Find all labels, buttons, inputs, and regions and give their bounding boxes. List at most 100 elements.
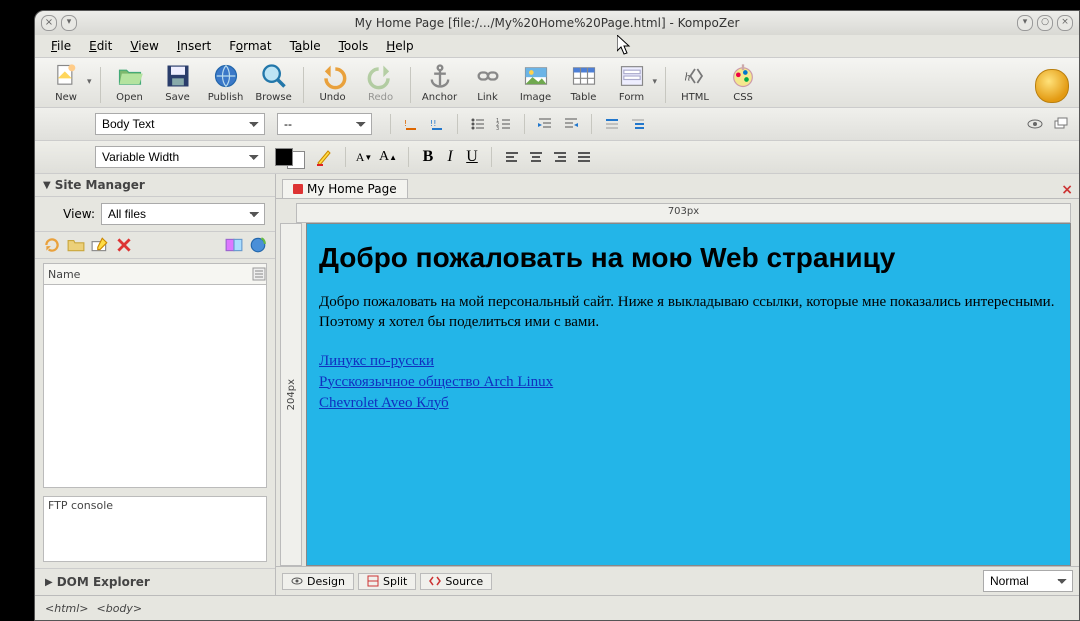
save-button[interactable]: Save <box>157 62 199 103</box>
globe-refresh-icon[interactable] <box>249 236 267 254</box>
document-canvas[interactable]: Добро пожаловать на мою Web страницу Доб… <box>306 223 1071 566</box>
window-close-button-right[interactable]: × <box>1057 15 1073 31</box>
em-blue-icon[interactable]: !! <box>425 112 449 136</box>
css-button[interactable]: CSS <box>722 62 764 103</box>
def-term-icon[interactable] <box>600 112 624 136</box>
html-button[interactable]: h HTML <box>674 62 716 103</box>
vertical-ruler[interactable]: 204px <box>280 223 302 566</box>
align-justify-icon[interactable] <box>572 145 596 169</box>
document-tabs-bar: My Home Page × <box>276 174 1079 199</box>
source-icon <box>429 575 441 587</box>
browse-button[interactable]: Browse <box>253 62 295 103</box>
split-tab[interactable]: Split <box>358 573 416 590</box>
new-button[interactable]: New <box>45 62 87 103</box>
link-button[interactable]: Link <box>467 62 509 103</box>
menu-edit[interactable]: Edit <box>81 37 120 55</box>
font-family-select[interactable]: Variable Width <box>95 146 265 168</box>
delete-icon[interactable] <box>115 236 133 254</box>
throbber-icon <box>1035 69 1069 103</box>
undo-button[interactable]: Undo <box>312 62 354 103</box>
decrease-font-icon[interactable]: A▼ <box>352 146 376 168</box>
increase-font-icon[interactable]: A▲ <box>376 146 400 168</box>
file-tree[interactable] <box>43 285 267 488</box>
redo-button[interactable]: Redo <box>360 62 402 103</box>
editor-panel: My Home Page × 703px 204px Добро пожалов… <box>276 174 1079 595</box>
highlight-pen-icon[interactable] <box>313 146 335 168</box>
eye-icon <box>291 575 303 587</box>
design-tab[interactable]: Design <box>282 573 354 590</box>
expand-triangle-icon[interactable]: ▶ <box>45 577 53 588</box>
page-paragraph[interactable]: Добро пожаловать на мой персональный сай… <box>319 292 1058 333</box>
toolbar-separator <box>410 67 411 103</box>
rename-icon[interactable] <box>91 236 109 254</box>
table-button[interactable]: Table <box>563 62 605 103</box>
view-filter-select[interactable]: All files <box>101 203 265 225</box>
anchor-button[interactable]: Anchor <box>419 62 461 103</box>
new-dropdown-arrow[interactable]: ▾ <box>87 77 92 87</box>
breadcrumb-body[interactable]: <body> <box>97 602 143 615</box>
underline-button[interactable]: U <box>461 148 483 166</box>
refresh-icon[interactable] <box>43 236 61 254</box>
menubar: File Edit View Insert Format Table Tools… <box>35 35 1079 58</box>
modified-indicator-icon <box>293 184 303 194</box>
window-close-button[interactable]: × <box>41 15 57 31</box>
menu-help[interactable]: Help <box>378 37 421 55</box>
eye-icon[interactable] <box>1027 116 1043 132</box>
numbered-list-icon[interactable]: 123 <box>492 112 516 136</box>
indent-right-icon[interactable] <box>533 112 557 136</box>
bold-button[interactable]: B <box>417 148 439 166</box>
view-mode-tabs: Design Split Source Normal <box>276 566 1079 595</box>
align-right-icon[interactable] <box>548 145 572 169</box>
align-left-icon[interactable] <box>500 145 524 169</box>
page-heading[interactable]: Добро пожаловать на мою Web страницу <box>319 242 1058 274</box>
column-config-icon[interactable] <box>252 267 266 281</box>
dom-explorer-header[interactable]: ▶ DOM Explorer <box>35 568 275 595</box>
menu-format[interactable]: Format <box>221 37 279 55</box>
page-link[interactable]: Русскоязычное общество Arch Linux <box>319 372 1058 393</box>
foreground-color-swatch[interactable] <box>275 148 293 166</box>
statusbar: <html> <body> <box>35 595 1079 620</box>
open-button[interactable]: Open <box>109 62 151 103</box>
window-menu-button[interactable]: ▾ <box>61 15 77 31</box>
align-center-icon[interactable] <box>524 145 548 169</box>
italic-button[interactable]: I <box>439 148 461 166</box>
sites-icon[interactable] <box>225 236 243 254</box>
main-toolbar: New ▾ Open Save Publish Browse Undo Redo <box>35 58 1079 108</box>
source-tab[interactable]: Source <box>420 573 492 590</box>
window-maximize-button[interactable]: ○ <box>1037 15 1053 31</box>
view-label: View: <box>45 207 95 221</box>
layers-icon[interactable] <box>1053 116 1069 132</box>
menu-table[interactable]: Table <box>282 37 329 55</box>
collapse-triangle-icon[interactable]: ▼ <box>43 180 51 191</box>
close-tab-button[interactable]: × <box>1061 182 1073 198</box>
def-desc-icon[interactable] <box>626 112 650 136</box>
bullet-list-icon[interactable] <box>466 112 490 136</box>
document-tab[interactable]: My Home Page <box>282 179 408 198</box>
titlebar: × ▾ My Home Page [file:/.../My%20Home%20… <box>35 11 1079 35</box>
zoom-select[interactable]: Normal <box>983 570 1073 592</box>
page-link[interactable]: Chevrolet Aveo Клуб <box>319 393 1058 414</box>
body-area: ▼ Site Manager View: All files Name <box>35 174 1079 595</box>
paragraph-format-select[interactable]: Body Text <box>95 113 265 135</box>
class-select[interactable]: -- <box>277 113 372 135</box>
publish-button[interactable]: Publish <box>205 62 247 103</box>
tree-header: Name <box>43 263 267 285</box>
color-picker[interactable] <box>275 145 305 169</box>
page-link[interactable]: Линукс по-русски <box>319 351 1058 372</box>
name-column-header[interactable]: Name <box>48 268 252 281</box>
ftp-console[interactable]: FTP console <box>43 496 267 562</box>
image-button[interactable]: Image <box>515 62 557 103</box>
form-dropdown-arrow[interactable]: ▾ <box>653 77 658 87</box>
em-orange-icon[interactable]: ! <box>399 112 423 136</box>
breadcrumb-html[interactable]: <html> <box>45 602 89 615</box>
menu-view[interactable]: View <box>122 37 166 55</box>
horizontal-ruler[interactable]: 703px <box>296 203 1071 223</box>
form-button[interactable]: Form <box>611 62 653 103</box>
menu-tools[interactable]: Tools <box>331 37 377 55</box>
menu-file[interactable]: File <box>43 37 79 55</box>
new-folder-icon[interactable] <box>67 236 85 254</box>
window-minimize-button[interactable]: ▾ <box>1017 15 1033 31</box>
indent-left-icon[interactable] <box>559 112 583 136</box>
menu-insert[interactable]: Insert <box>169 37 219 55</box>
site-manager-header[interactable]: ▼ Site Manager <box>35 174 275 197</box>
